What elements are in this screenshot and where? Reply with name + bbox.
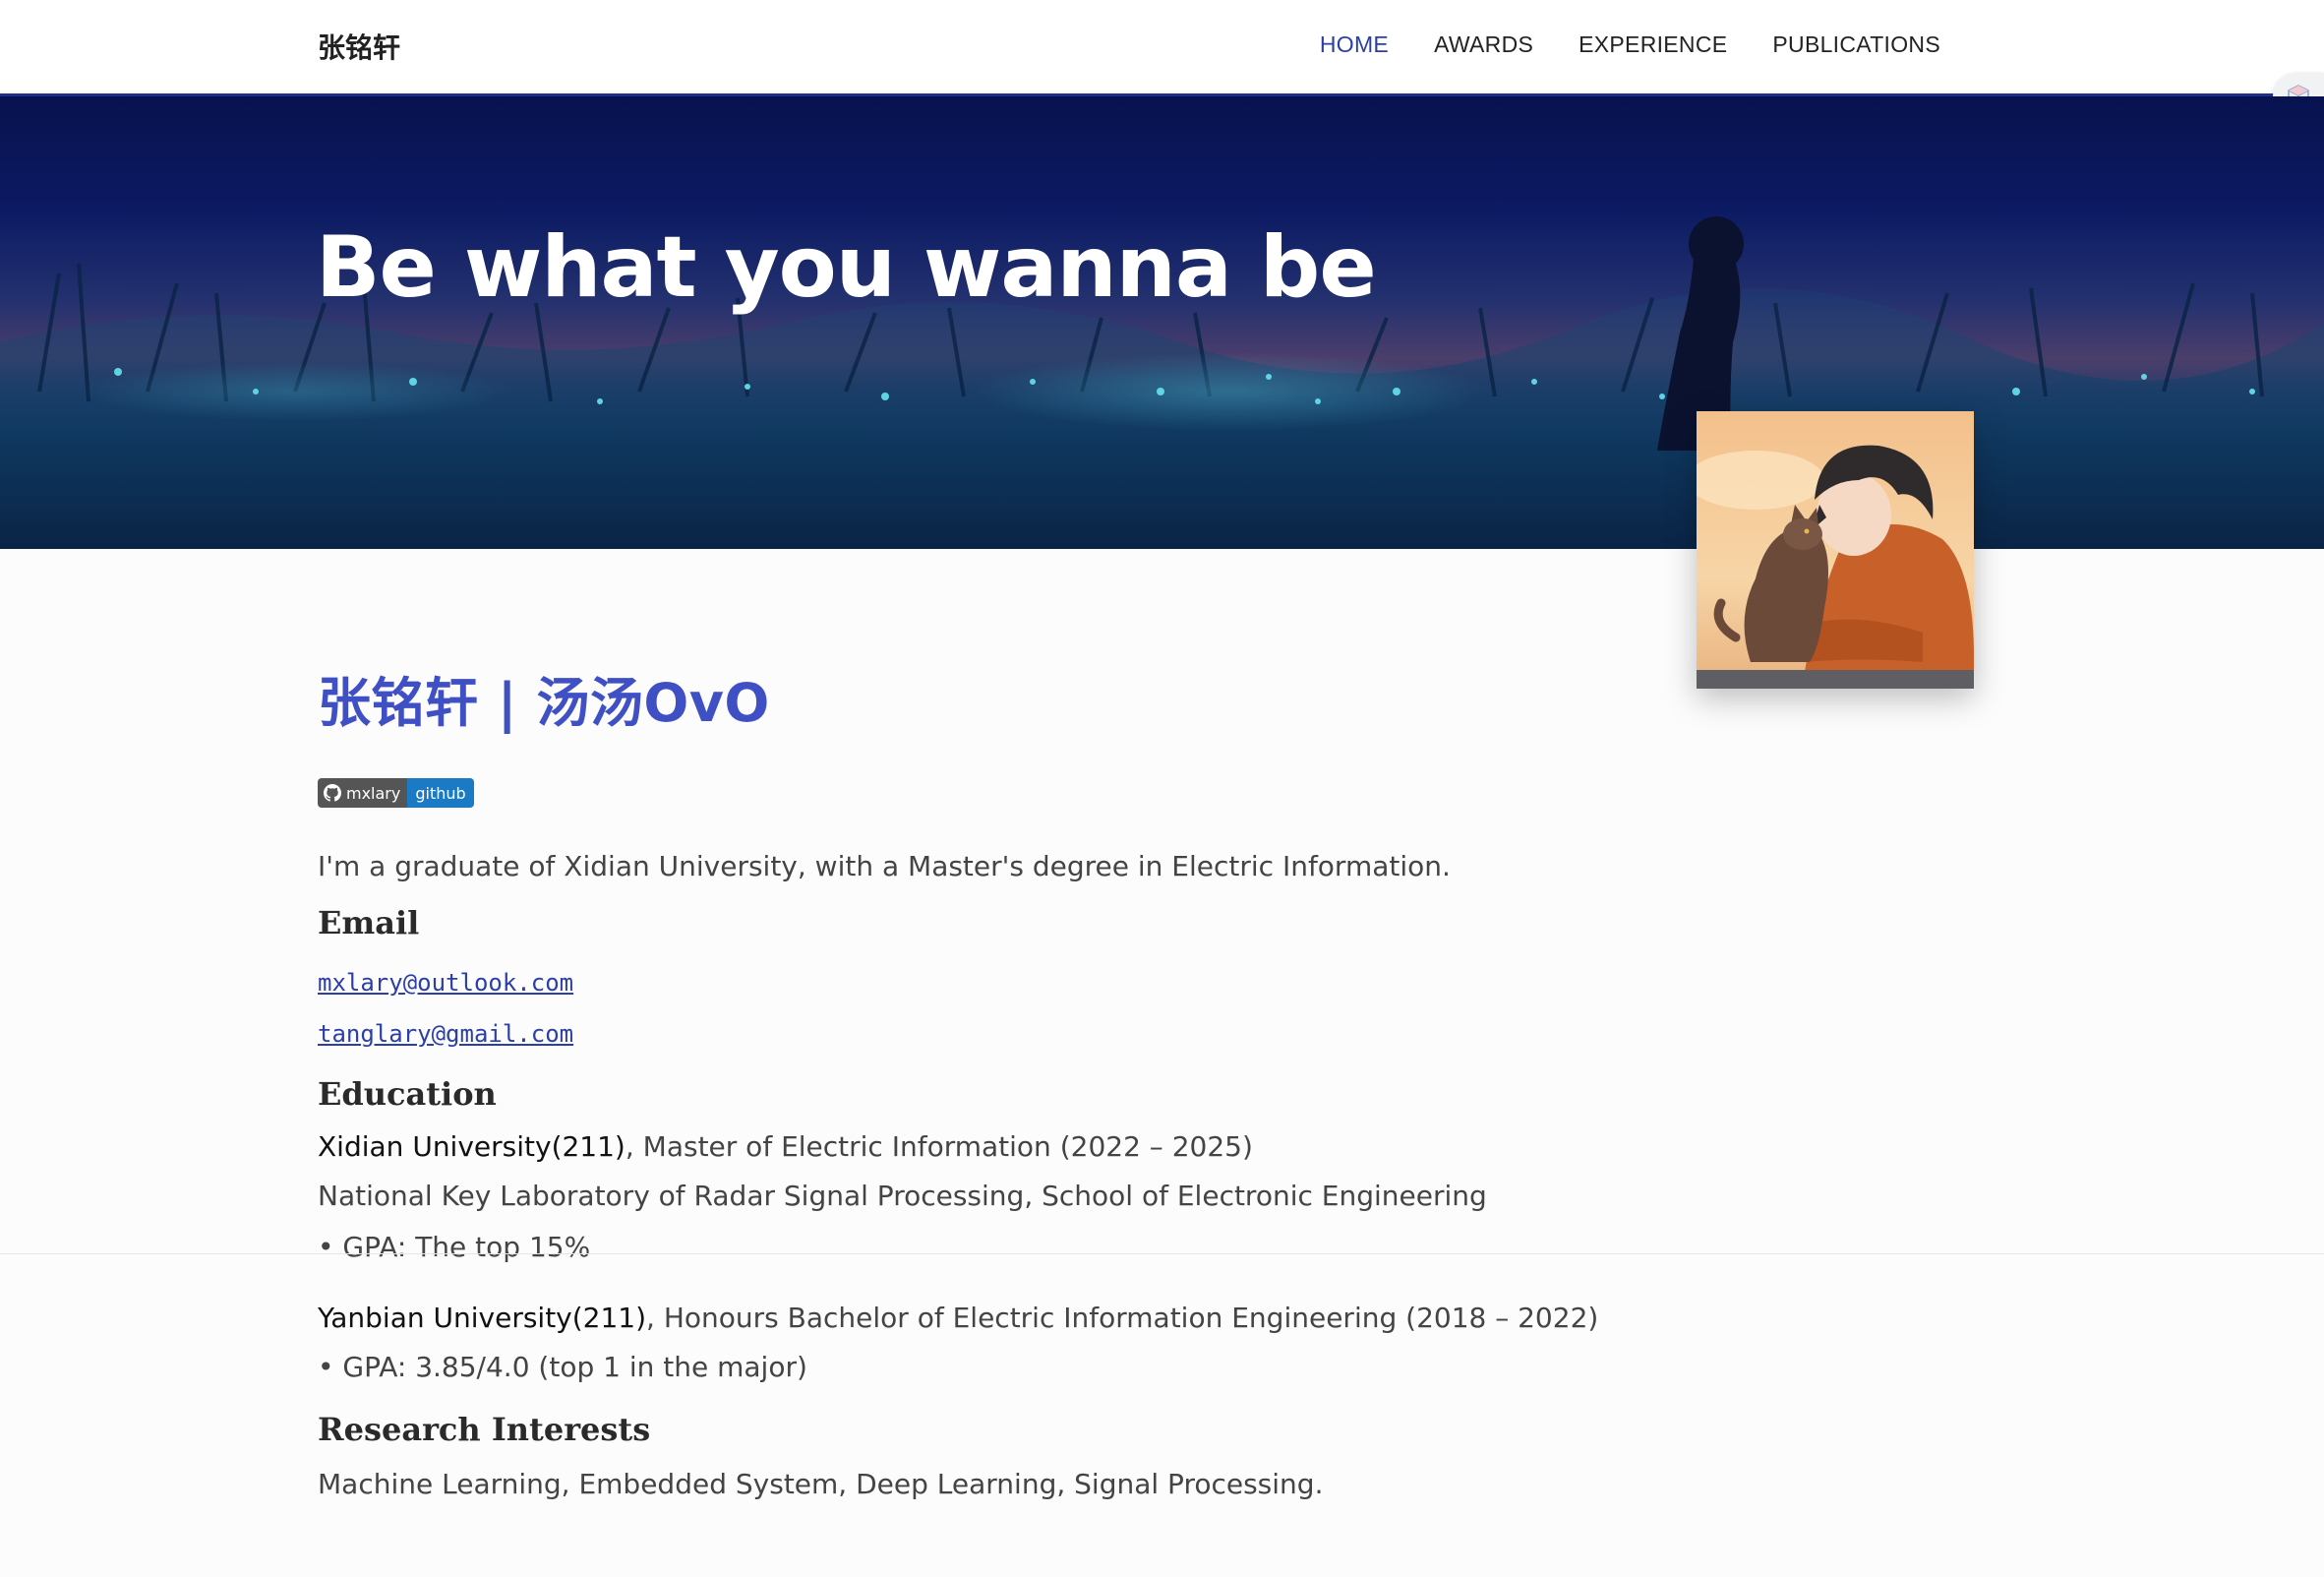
email-link-outlook[interactable]: mxlary@outlook.com — [318, 969, 1793, 997]
email-link-gmail[interactable]: tanglary@gmail.com — [318, 1020, 1793, 1048]
badge-right-label: github — [415, 783, 466, 803]
nav-link-experience[interactable]: EXPERIENCE — [1579, 31, 1727, 58]
intro-text: I'm a graduate of Xidian University, wit… — [318, 850, 1451, 882]
hero-title: Be what you wanna be — [316, 218, 1377, 317]
education-entry-yanbian: Yanbian University(211), Honours Bachelo… — [318, 1302, 1793, 1334]
site-brand[interactable]: 张铭轩 — [318, 27, 400, 66]
degree-text: , Honours Bachelor of Electric Informati… — [646, 1302, 1599, 1334]
nav-link-publications[interactable]: PUBLICATIONS — [1772, 31, 1940, 58]
hero-banner: Be what you wanna be — [0, 96, 2324, 549]
degree-text: , Master of Electric Information (2022 –… — [625, 1130, 1253, 1163]
top-navbar: 张铭轩 HOME AWARDS EXPERIENCE PUBLICATIONS — [0, 0, 2324, 96]
nav-menu: HOME AWARDS EXPERIENCE PUBLICATIONS — [1320, 31, 1940, 58]
badge-left-label: mxlary — [346, 783, 401, 803]
github-icon — [324, 784, 341, 802]
research-text: Machine Learning, Embedded System, Deep … — [318, 1468, 1324, 1500]
education-gpa: • GPA: The top 15% — [318, 1231, 591, 1263]
education-entry-xidian: Xidian University(211), Master of Electr… — [318, 1130, 1793, 1163]
avatar-illustration — [1697, 411, 1974, 689]
horizontal-divider — [0, 1253, 2324, 1254]
main-content: 张铭轩 | 汤汤OvO mxlary github I'm a graduate… — [318, 659, 1793, 1500]
school-name: Yanbian University(211) — [318, 1302, 647, 1334]
nav-link-awards[interactable]: AWARDS — [1434, 31, 1533, 58]
github-badge-link[interactable]: mxlary github — [318, 778, 474, 808]
badge-right: github — [407, 778, 474, 808]
nav-link-home[interactable]: HOME — [1320, 31, 1389, 58]
education-gpa: • GPA: 3.85/4.0 (top 1 in the major) — [318, 1351, 807, 1383]
education-heading: Education — [318, 1075, 497, 1113]
research-heading: Research Interests — [318, 1411, 651, 1448]
school-name: Xidian University(211) — [318, 1130, 626, 1163]
badge-left: mxlary — [318, 778, 408, 808]
email-heading: Email — [318, 904, 420, 941]
profile-name-heading: 张铭轩 | 汤汤OvO — [318, 672, 770, 734]
education-detail: National Key Laboratory of Radar Signal … — [318, 1180, 1487, 1212]
profile-avatar — [1697, 411, 1974, 689]
hero-background-image — [0, 216, 2324, 549]
